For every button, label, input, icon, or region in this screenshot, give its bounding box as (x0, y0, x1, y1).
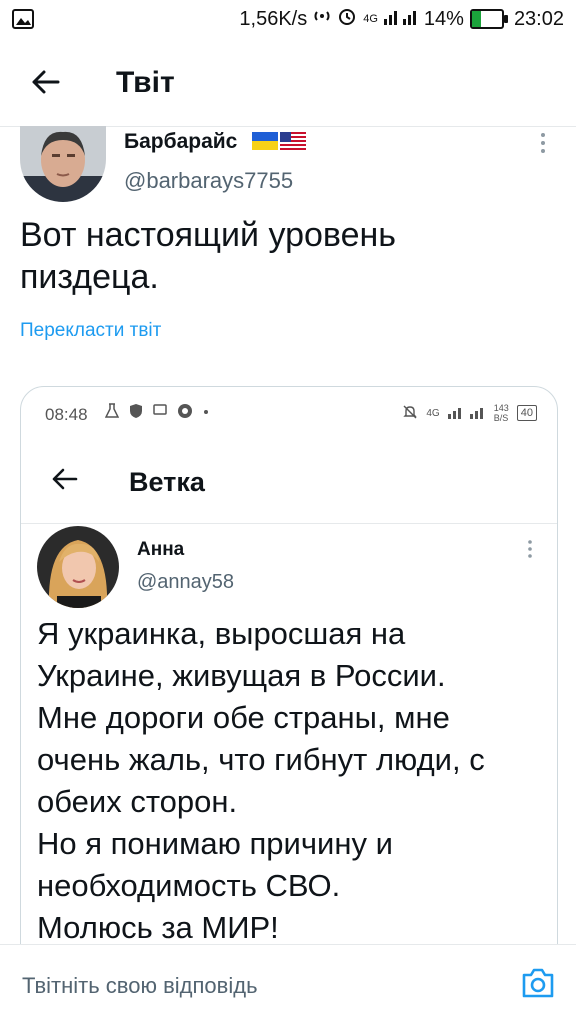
author-name[interactable]: Барбарайс (124, 130, 237, 154)
back-arrow-icon[interactable] (28, 64, 64, 100)
embedded-text-line: Молюсь за МИР! (37, 910, 279, 945)
ukraine-flag-icon (252, 132, 278, 155)
translate-tweet-link[interactable]: Перекласти твіт (20, 320, 161, 342)
gallery-notification-icon (12, 9, 34, 34)
embedded-text-line: необходимость СВО. (37, 868, 341, 903)
battery-icon (469, 9, 508, 29)
more-notifications-dot-icon (203, 403, 209, 424)
embedded-text-line: очень жаль, что гибнут люди, с (37, 742, 485, 777)
usa-flag-icon (280, 132, 306, 155)
embedded-battery: 40 (516, 405, 537, 421)
embedded-system-icons: 4G 143 B/S 40 (402, 403, 537, 423)
embedded-status-bar: 08:48 4G 143 B/S 40 (21, 387, 557, 443)
network-speed: 1,56K/s (239, 7, 308, 30)
embedded-author-handle: @annay58 (137, 571, 235, 593)
reply-input[interactable]: Твітніть свою відповідь (22, 973, 258, 999)
embedded-page-title: Ветка (129, 467, 205, 497)
author-avatar[interactable] (20, 126, 106, 202)
flask-icon (104, 403, 120, 424)
embedded-text-line: обеих сторон. (37, 784, 238, 819)
alarm-icon (337, 6, 357, 32)
status-bar: 1,56K/s 4G 14% 23:02 (0, 0, 576, 40)
embedded-speed-value: 143 (493, 403, 509, 413)
flag-badges (252, 132, 306, 155)
embedded-text-line: Но я понимаю причину и (37, 826, 393, 861)
embedded-text-line: Мне дороги обе страны, мне (37, 700, 450, 735)
tweet-text-line: Вот настоящий уровень (20, 216, 396, 254)
battery-percent: 14% (423, 7, 464, 30)
signal-icon (383, 7, 418, 31)
hotspot-icon (313, 7, 331, 31)
embedded-speed: 143 B/S (494, 403, 509, 423)
page-title: Твіт (116, 66, 175, 99)
embedded-clock: 08:48 (45, 405, 88, 424)
shield-icon (129, 403, 143, 424)
camera-icon[interactable] (520, 967, 556, 999)
more-options-icon[interactable] (540, 132, 546, 154)
embedded-more-options-icon (527, 539, 533, 559)
top-app-bar: Твіт (0, 40, 576, 127)
tweet-author-row: Барбарайс @barbarays7755 (0, 126, 576, 206)
embedded-tweet-text: Я украинка, выросшая на Украине, живущая… (37, 613, 547, 949)
author-handle[interactable]: @barbarays7755 (124, 168, 293, 194)
reply-bar: Твітніть свою відповідь (0, 944, 576, 1025)
embedded-author-row: Анна @annay58 (21, 523, 557, 613)
embedded-text-line: Украине, живущая в России. (37, 658, 446, 693)
embedded-notification-icons (104, 403, 209, 424)
embedded-speed-unit: B/S (493, 413, 509, 423)
embedded-author-name: Анна (137, 539, 185, 560)
media-image-card[interactable]: 08:48 4G 143 B/S 40 Ветка Анна @annay58 … (20, 386, 558, 988)
tweet-text: Вот настоящий уровень пиздеца. (20, 214, 550, 298)
embedded-signal-icon (447, 405, 486, 422)
tweet-text-line: пиздеца. (20, 258, 159, 296)
clock: 23:02 (513, 7, 564, 30)
embedded-author-avatar (37, 526, 119, 608)
network-type: 4G (363, 13, 378, 25)
embedded-network-type: 4G (426, 407, 440, 419)
embedded-text-line: Я украинка, выросшая на (37, 616, 406, 651)
viber-icon (177, 403, 193, 424)
mute-bell-icon (402, 404, 418, 423)
embedded-back-arrow-icon (49, 463, 81, 495)
chat-icon (153, 403, 167, 424)
embedded-app-bar: Ветка (21, 443, 557, 524)
